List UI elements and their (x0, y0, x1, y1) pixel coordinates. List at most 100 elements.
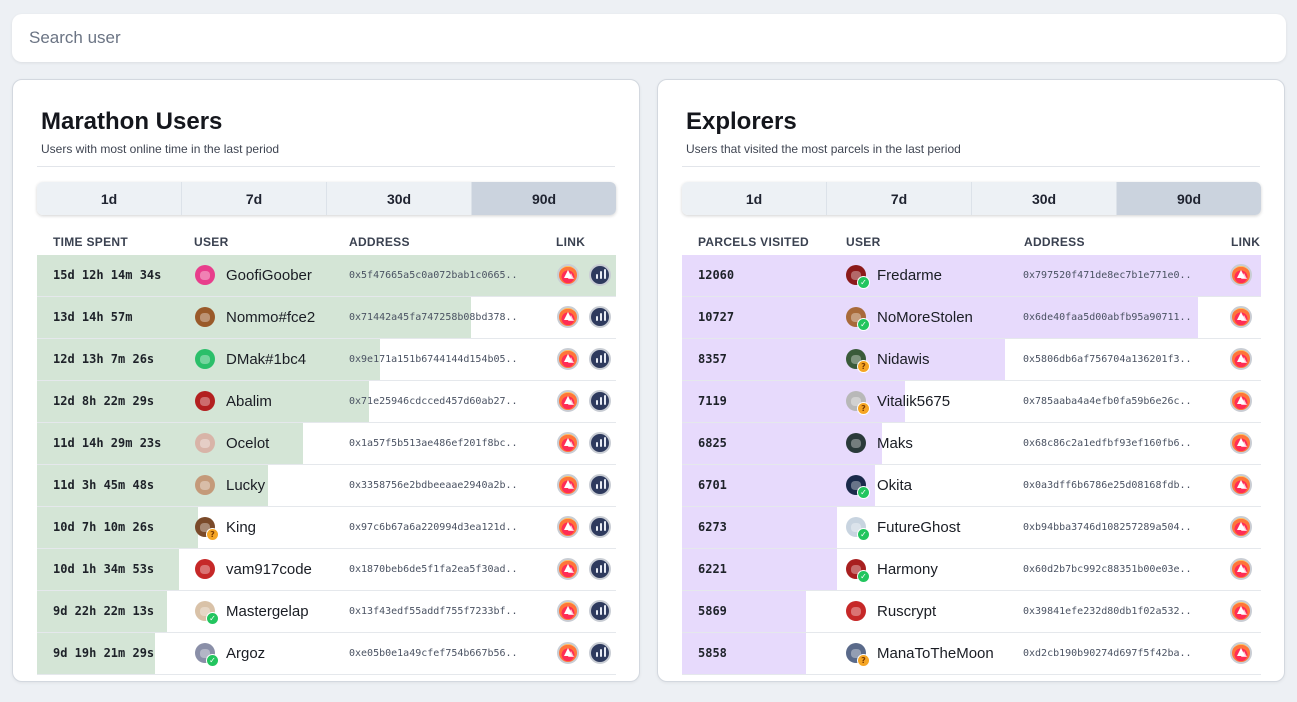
wallet-address[interactable]: 0x39841efe232d80db1f02a532.. (1023, 591, 1192, 632)
avatar[interactable]: ✓ (846, 265, 870, 289)
decentraland-logo-icon[interactable] (557, 642, 579, 664)
avatar[interactable] (195, 559, 215, 579)
user-name[interactable]: Mastergelap (226, 591, 309, 632)
avatar[interactable] (195, 265, 215, 285)
tab-30d[interactable]: 30d (327, 182, 472, 215)
decentraland-logo-icon[interactable] (557, 600, 579, 622)
user-name[interactable]: Argoz (226, 633, 265, 674)
wallet-address[interactable]: 0x71e25946cdcced457d60ab27.. (349, 381, 518, 422)
avatar[interactable] (846, 601, 866, 621)
dcl-stats-icon[interactable] (589, 642, 611, 664)
decentraland-logo-icon[interactable] (1230, 516, 1252, 538)
dcl-stats-icon[interactable] (589, 600, 611, 622)
decentraland-logo-icon[interactable] (557, 348, 579, 370)
dcl-stats-icon[interactable] (589, 390, 611, 412)
wallet-address[interactable]: 0xe05b0e1a49cfef754b667b56.. (349, 633, 518, 674)
wallet-address[interactable]: 0x71442a45fa747258b08bd378.. (349, 297, 518, 338)
dcl-stats-icon[interactable] (589, 264, 611, 286)
decentraland-logo-icon[interactable] (1230, 558, 1252, 580)
user-name[interactable]: Ocelot (226, 423, 269, 464)
avatar[interactable]: ✓ (846, 307, 870, 331)
avatar[interactable] (195, 391, 215, 411)
wallet-address[interactable]: 0x1a57f5b513ae486ef201f8bc.. (349, 423, 518, 464)
user-name[interactable]: Harmony (877, 549, 938, 590)
decentraland-logo-icon[interactable] (557, 432, 579, 454)
dcl-stats-icon[interactable] (589, 348, 611, 370)
user-name[interactable]: FutureGhost (877, 507, 960, 548)
wallet-address[interactable]: 0x6de40faa5d00abfb95a90711.. (1023, 297, 1192, 338)
wallet-address[interactable]: 0x5f47665a5c0a072bab1c0665.. (349, 255, 518, 296)
avatar[interactable]: ✓ (846, 559, 870, 583)
wallet-address[interactable]: 0x785aaba4a4efb0fa59b6e26c.. (1023, 381, 1192, 422)
avatar[interactable]: ✓ (195, 643, 219, 667)
decentraland-logo-icon[interactable] (1230, 348, 1252, 370)
tab-1d[interactable]: 1d (37, 182, 182, 215)
user-name[interactable]: NoMoreStolen (877, 297, 973, 338)
avatar[interactable]: ? (846, 643, 870, 667)
avatar[interactable] (195, 433, 215, 453)
user-name[interactable]: DMak#1bc4 (226, 339, 306, 380)
avatar[interactable]: ? (846, 349, 870, 373)
user-name[interactable]: Vitalik5675 (877, 381, 950, 422)
wallet-address[interactable]: 0x0a3dff6b6786e25d08168fdb.. (1023, 465, 1192, 506)
user-name[interactable]: Abalim (226, 381, 272, 422)
wallet-address[interactable]: 0x68c86c2a1edfbf93ef160fb6.. (1023, 423, 1192, 464)
decentraland-logo-icon[interactable] (1230, 432, 1252, 454)
decentraland-logo-icon[interactable] (557, 306, 579, 328)
search-input[interactable] (12, 14, 1286, 62)
user-name[interactable]: Maks (877, 423, 913, 464)
user-name[interactable]: ManaToTheMoon (877, 633, 994, 674)
decentraland-logo-icon[interactable] (557, 264, 579, 286)
avatar[interactable] (195, 307, 215, 327)
avatar[interactable]: ✓ (846, 517, 870, 541)
tab-1d[interactable]: 1d (682, 182, 827, 215)
user-name[interactable]: Fredarme (877, 255, 942, 296)
wallet-address[interactable]: 0x97c6b67a6a220994d3ea121d.. (349, 507, 518, 548)
user-name[interactable]: King (226, 507, 256, 548)
tab-90d[interactable]: 90d (1117, 182, 1261, 215)
avatar[interactable] (846, 433, 866, 453)
decentraland-logo-icon[interactable] (1230, 600, 1252, 622)
tab-7d[interactable]: 7d (827, 182, 972, 215)
decentraland-logo-icon[interactable] (557, 516, 579, 538)
wallet-address[interactable]: 0xd2cb190b90274d697f5f42ba.. (1023, 633, 1192, 674)
user-name[interactable]: Okita (877, 465, 912, 506)
user-name[interactable]: Nidawis (877, 339, 930, 380)
user-name[interactable]: GoofiGoober (226, 255, 312, 296)
decentraland-logo-icon[interactable] (1230, 264, 1252, 286)
user-name[interactable]: vam917code (226, 549, 312, 590)
wallet-address[interactable]: 0x3358756e2bdbeeaae2940a2b.. (349, 465, 518, 506)
stats-bar (600, 271, 602, 279)
wallet-address[interactable]: 0x9e171a151b6744144d154b05.. (349, 339, 518, 380)
tab-7d[interactable]: 7d (182, 182, 327, 215)
tab-90d[interactable]: 90d (472, 182, 616, 215)
decentraland-logo-icon[interactable] (1230, 306, 1252, 328)
dcl-stats-icon[interactable] (589, 432, 611, 454)
decentraland-logo-icon[interactable] (1230, 474, 1252, 496)
dcl-stats-icon[interactable] (589, 558, 611, 580)
avatar[interactable] (195, 349, 215, 369)
decentraland-logo-icon[interactable] (557, 474, 579, 496)
user-name[interactable]: Ruscrypt (877, 591, 936, 632)
tab-30d[interactable]: 30d (972, 182, 1117, 215)
avatar[interactable]: ✓ (846, 475, 870, 499)
wallet-address[interactable]: 0x5806db6af756704a136201f3.. (1023, 339, 1192, 380)
avatar[interactable]: ✓ (195, 601, 219, 625)
dcl-stats-icon[interactable] (589, 474, 611, 496)
wallet-address[interactable]: 0x60d2b7bc992c88351b00e03e.. (1023, 549, 1192, 590)
wallet-address[interactable]: 0xb94bba3746d108257289a504.. (1023, 507, 1192, 548)
wallet-address[interactable]: 0x797520f471de8ec7b1e771e0.. (1023, 255, 1192, 296)
user-name[interactable]: Lucky (226, 465, 265, 506)
decentraland-logo-icon[interactable] (557, 390, 579, 412)
avatar[interactable] (195, 475, 215, 495)
avatar[interactable]: ? (195, 517, 219, 541)
decentraland-logo-icon[interactable] (1230, 642, 1252, 664)
user-name[interactable]: Nommo#fce2 (226, 297, 315, 338)
wallet-address[interactable]: 0x1870beb6de5f1fa2ea5f30ad.. (349, 549, 518, 590)
dcl-stats-icon[interactable] (589, 516, 611, 538)
decentraland-logo-icon[interactable] (1230, 390, 1252, 412)
decentraland-logo-icon[interactable] (557, 558, 579, 580)
avatar[interactable]: ? (846, 391, 870, 415)
wallet-address[interactable]: 0x13f43edf55addf755f7233bf.. (349, 591, 518, 632)
dcl-stats-icon[interactable] (589, 306, 611, 328)
